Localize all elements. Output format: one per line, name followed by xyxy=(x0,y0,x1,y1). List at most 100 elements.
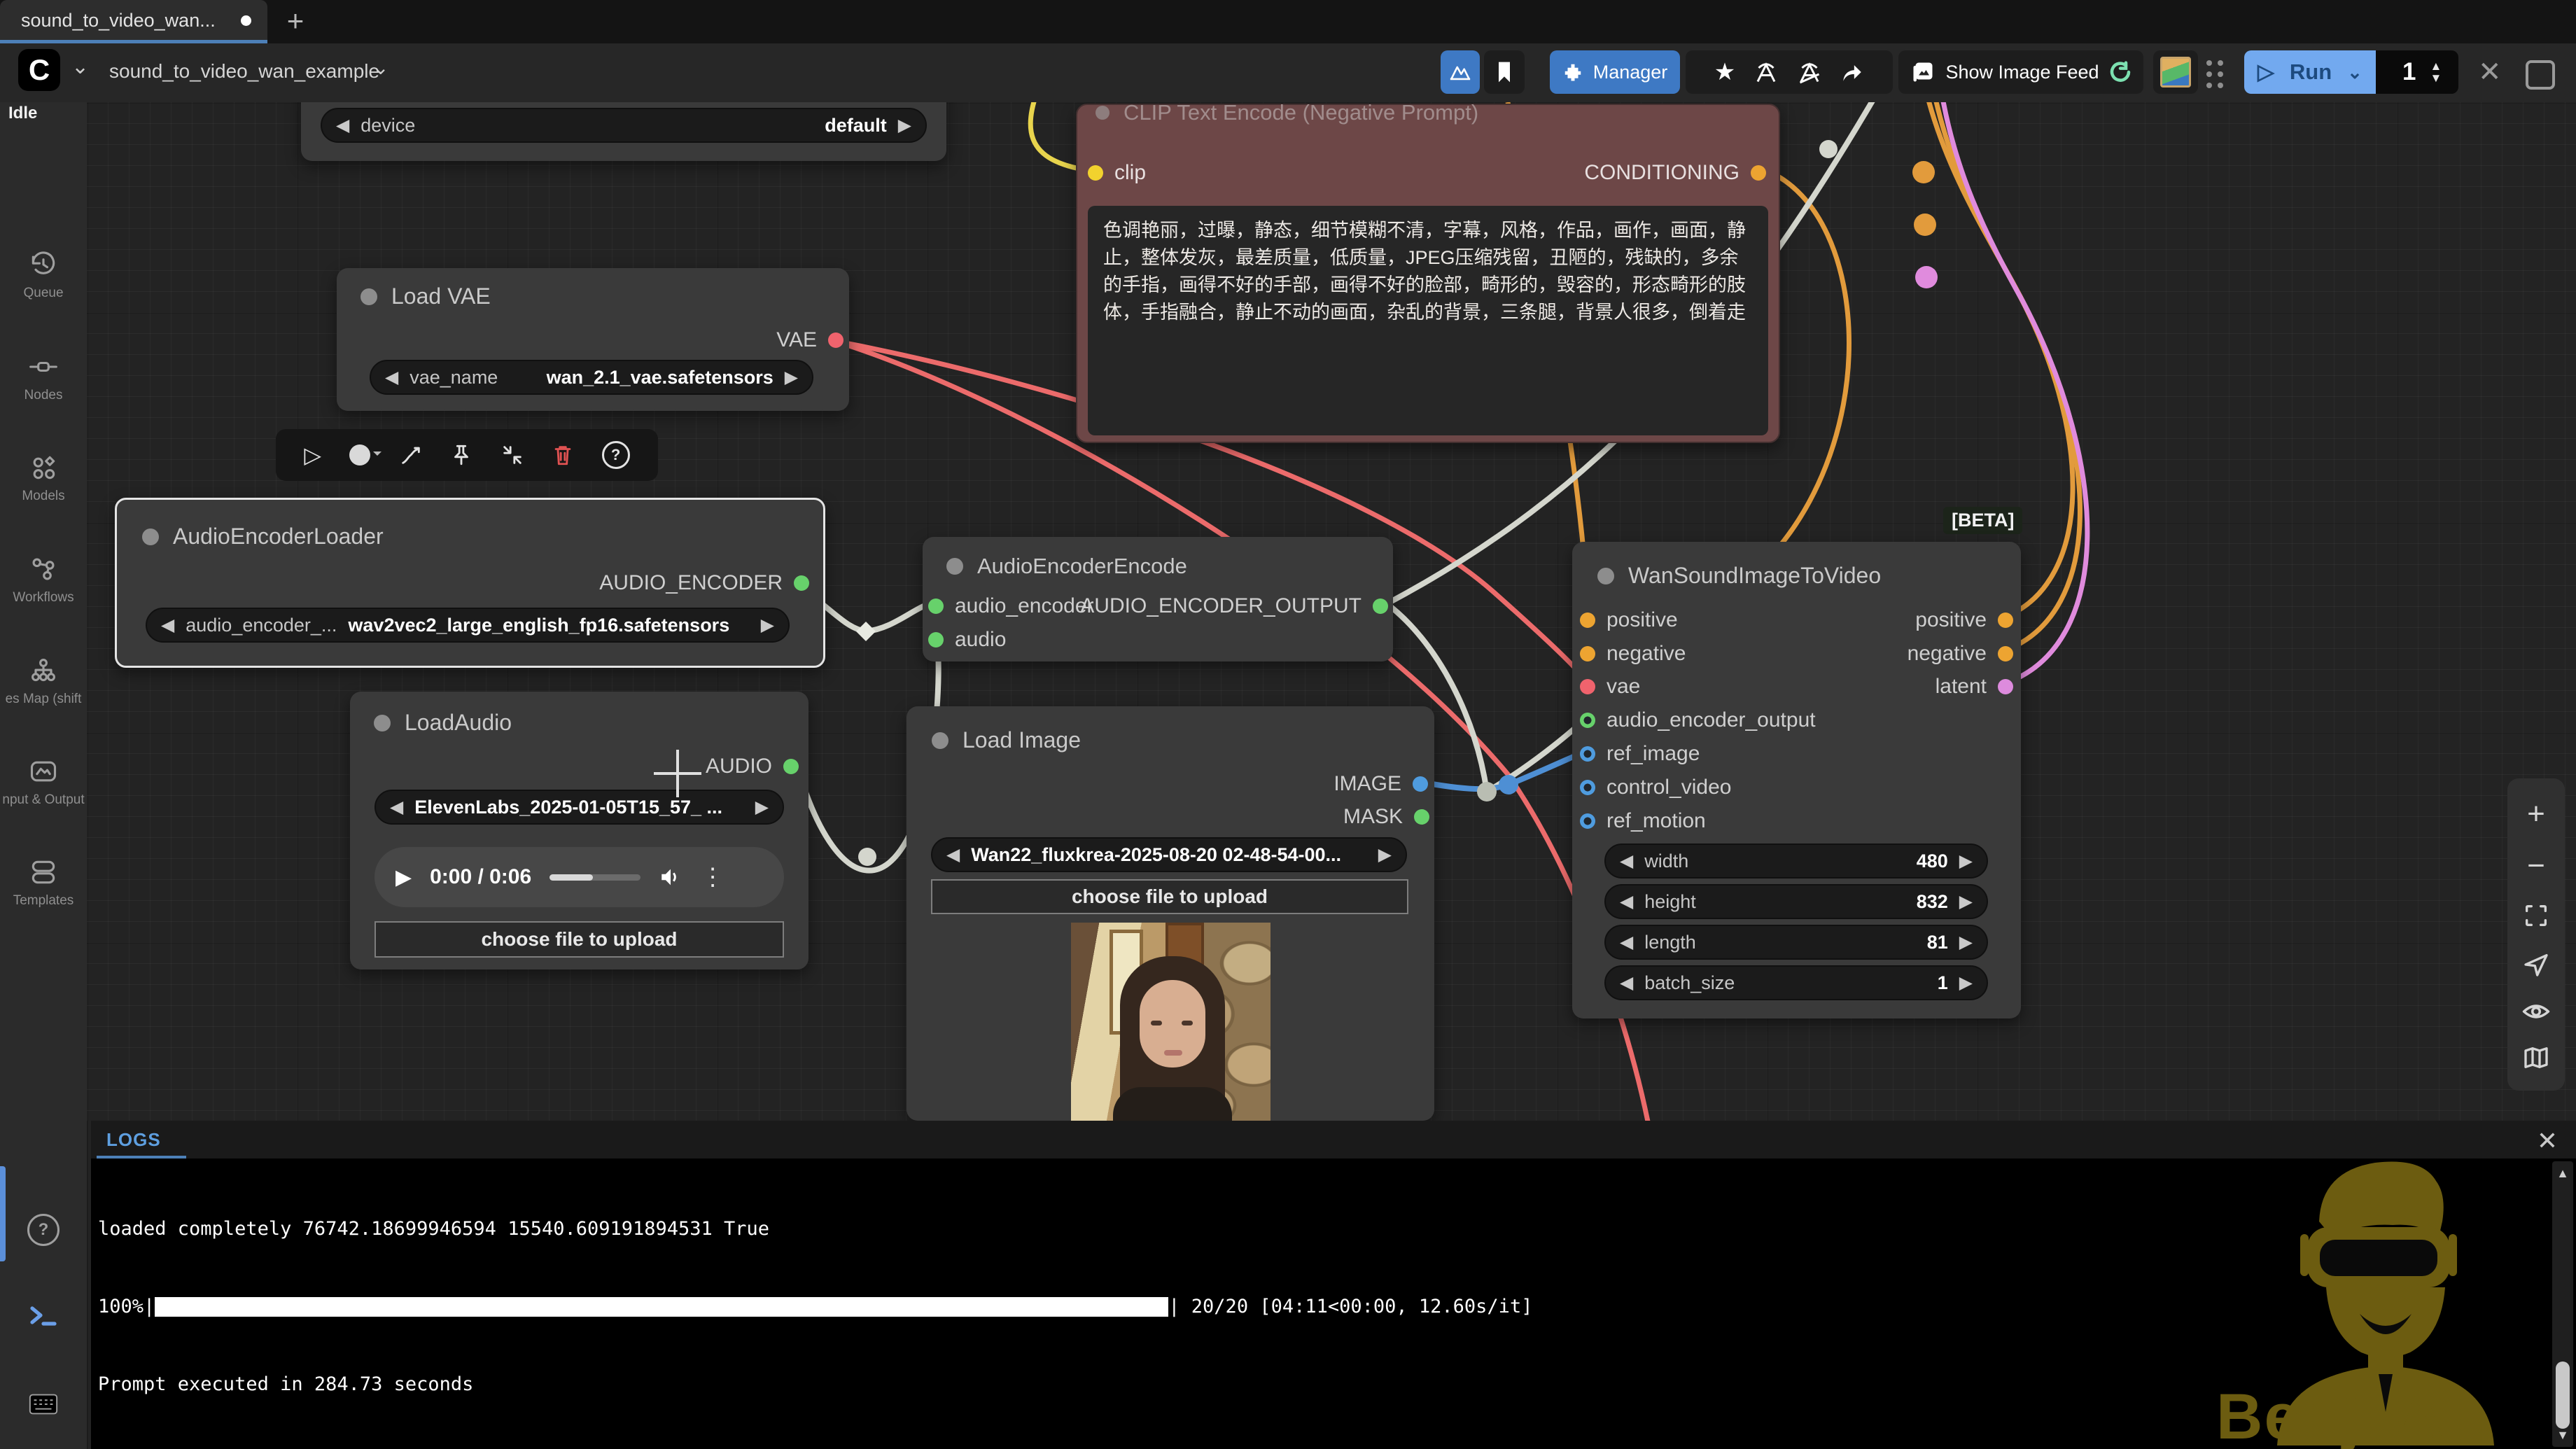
vae-output-dot[interactable] xyxy=(828,332,844,348)
node-wan-sound-image-to-video[interactable]: WanSoundImageToVideo positive negative v… xyxy=(1572,542,2021,1018)
negative-input-dot[interactable] xyxy=(1580,646,1595,662)
widget-prev-icon[interactable]: ◀ xyxy=(1620,972,1633,993)
positive-output-slot[interactable]: positive xyxy=(1915,608,2013,632)
ref-image-input-slot[interactable]: ref_image xyxy=(1580,742,1700,766)
stop-button[interactable] xyxy=(2526,60,2555,90)
node-audio-encoder-encode[interactable]: AudioEncoderEncode audio_encoder AUDIO_E… xyxy=(923,537,1393,662)
vae-input-slot[interactable]: vae xyxy=(1580,675,1640,699)
run-node-icon[interactable]: ▷ xyxy=(304,442,321,468)
count-down-icon[interactable]: ▼ xyxy=(2430,73,2442,83)
clip-input-dot[interactable] xyxy=(1088,165,1103,181)
latent-output-dot[interactable] xyxy=(1998,679,2013,694)
audio-encoder-output-input-dot[interactable] xyxy=(1580,713,1595,728)
scrollbar-thumb[interactable] xyxy=(2556,1362,2570,1429)
scroll-up-icon[interactable]: ▲ xyxy=(2552,1161,2573,1185)
workflow-tab[interactable]: sound_to_video_wan... xyxy=(0,0,267,41)
link-style-icon[interactable] xyxy=(1754,60,1779,84)
share-arrow-icon[interactable] xyxy=(1840,61,1864,83)
batch-size-widget[interactable]: ◀ batch_size 1 ▶ xyxy=(1604,965,1988,1000)
widget-prev-icon[interactable]: ◀ xyxy=(390,797,403,818)
widget-next-icon[interactable]: ▶ xyxy=(1378,844,1392,865)
audio-encoder-input-dot[interactable] xyxy=(928,598,944,614)
logo-chevron-down-icon[interactable]: ⌄ xyxy=(71,55,89,79)
show-image-feed-button[interactable]: Show Image Feed xyxy=(1898,50,2143,94)
star-icon[interactable]: ★ xyxy=(1714,58,1735,86)
audio-upload-button[interactable]: choose file to upload xyxy=(374,921,784,958)
bookmark-button[interactable] xyxy=(1484,50,1525,94)
fit-view-icon[interactable] xyxy=(2522,902,2550,930)
audio-encoder-output-input-slot[interactable]: audio_encoder_output xyxy=(1580,708,1816,732)
vae-input-dot[interactable] xyxy=(1580,679,1595,694)
positive-output-dot[interactable] xyxy=(1998,612,2013,628)
node-color-icon[interactable] xyxy=(349,444,370,465)
negative-input-slot[interactable]: negative xyxy=(1580,642,1686,666)
widget-prev-icon[interactable]: ◀ xyxy=(161,615,174,636)
audio-file-widget[interactable]: ◀ ElevenLabs_2025-01-05T15_57_ ... ▶ xyxy=(374,790,784,825)
audio-output-slot[interactable]: AUDIO xyxy=(706,755,799,778)
audio-input-dot[interactable] xyxy=(928,632,944,648)
node-load-audio[interactable]: LoadAudio AUDIO ◀ ElevenLabs_2025-01-05T… xyxy=(350,692,808,969)
ref-motion-input-dot[interactable] xyxy=(1580,813,1595,829)
node-help-icon[interactable]: ? xyxy=(602,441,630,469)
zoom-in-icon[interactable]: + xyxy=(2527,799,2545,830)
image-file-widget[interactable]: ◀ Wan22_fluxkrea-2025-08-20 02-48-54-00.… xyxy=(931,837,1407,872)
volume-icon[interactable] xyxy=(659,867,682,888)
delete-icon[interactable] xyxy=(552,443,573,467)
audio-encoder-output-output-slot[interactable]: AUDIO_ENCODER_OUTPUT xyxy=(1080,594,1388,618)
player-play-icon[interactable]: ▶ xyxy=(396,865,412,890)
vae-name-widget[interactable]: ◀ vae_name wan_2.1_vae.safetensors ▶ xyxy=(370,360,813,395)
ref-image-input-dot[interactable] xyxy=(1580,746,1595,762)
workflow-name[interactable]: sound_to_video_wan_example xyxy=(109,60,379,83)
width-widget[interactable]: ◀ width 480 ▶ xyxy=(1604,844,1988,878)
sidebar-item-queue[interactable]: Queue xyxy=(0,249,87,301)
control-video-input-slot[interactable]: control_video xyxy=(1580,776,1731,799)
latent-output-slot[interactable]: latent xyxy=(1935,675,2013,699)
comfyui-logo[interactable]: C xyxy=(18,49,60,91)
node-graph-canvas[interactable]: ◀ device default ▶ CLIP Text Encode (Neg… xyxy=(87,102,2576,1121)
widget-next-icon[interactable]: ▶ xyxy=(1959,850,1973,872)
positive-input-dot[interactable] xyxy=(1580,612,1595,628)
sidebar-item-terminal[interactable] xyxy=(0,1301,87,1330)
player-menu-icon[interactable]: ⋮ xyxy=(701,863,724,891)
drag-handle[interactable] xyxy=(2206,60,2223,88)
terminal-output[interactable]: loaded completely 76742.18699946594 1554… xyxy=(98,1164,2464,1449)
sidebar-item-nodes[interactable]: Nodes xyxy=(0,351,87,403)
control-video-input-dot[interactable] xyxy=(1580,780,1595,795)
scroll-down-icon[interactable]: ▼ xyxy=(2552,1423,2573,1447)
negative-output-slot[interactable]: negative xyxy=(1907,642,2013,666)
widget-next-icon[interactable]: ▶ xyxy=(785,367,798,388)
widget-prev-icon[interactable]: ◀ xyxy=(385,367,398,388)
pin-icon[interactable] xyxy=(451,443,472,467)
zoom-out-icon[interactable]: − xyxy=(2527,850,2545,881)
workflow-chevron-down-icon[interactable]: ⌄ xyxy=(372,56,388,79)
clip-input-slot[interactable]: clip xyxy=(1088,161,1146,185)
audio-encoder-output-slot[interactable]: AUDIO_ENCODER xyxy=(599,571,809,595)
audio-encoder-output-dot[interactable] xyxy=(794,575,809,591)
height-widget[interactable]: ◀ height 832 ▶ xyxy=(1604,884,1988,919)
run-button[interactable]: ▷ Run ⌄ xyxy=(2244,50,2376,94)
node-audio-encoder-loader[interactable]: AudioEncoderLoader AUDIO_ENCODER ◀ audio… xyxy=(115,498,825,668)
audio-encoder-widget[interactable]: ◀ audio_encoder_... wav2vec2_large_engli… xyxy=(146,608,790,643)
negative-prompt-textarea[interactable]: 色调艳丽，过曝，静态，细节模糊不清，字幕，风格，作品，画作，画面，静止，整体发灰… xyxy=(1088,206,1768,435)
widget-next-icon[interactable]: ▶ xyxy=(898,115,911,136)
widget-prev-icon[interactable]: ◀ xyxy=(1620,891,1633,912)
positive-input-slot[interactable]: positive xyxy=(1580,608,1678,632)
widget-prev-icon[interactable]: ◀ xyxy=(946,844,960,865)
image-preview-button[interactable] xyxy=(2153,50,2198,94)
logs-scrollbar[interactable]: ▲ ▼ xyxy=(2552,1161,2573,1447)
logs-tab[interactable]: LOGS xyxy=(106,1129,161,1151)
widget-next-icon[interactable]: ▶ xyxy=(761,615,774,636)
device-widget[interactable]: ◀ device default ▶ xyxy=(321,108,927,143)
audio-encoder-output-output-dot[interactable] xyxy=(1373,598,1388,614)
sidebar-item-workflows[interactable]: Workflows xyxy=(0,554,87,606)
select-mode-icon[interactable] xyxy=(2522,951,2550,979)
audio-input-slot[interactable]: audio xyxy=(928,628,1006,652)
ref-motion-input-slot[interactable]: ref_motion xyxy=(1580,809,1706,833)
widget-next-icon[interactable]: ▶ xyxy=(1959,972,1973,993)
widget-next-icon[interactable]: ▶ xyxy=(1959,891,1973,912)
audio-player[interactable]: ▶ 0:00 / 0:06 ⋮ xyxy=(374,847,784,907)
node-load-vae[interactable]: Load VAE VAE ◀ vae_name wan_2.1_vae.safe… xyxy=(337,268,849,411)
batch-count-box[interactable]: 1 ▲ ▼ xyxy=(2376,50,2458,94)
mask-output-dot[interactable] xyxy=(1414,809,1429,825)
collapse-icon[interactable] xyxy=(500,443,524,467)
